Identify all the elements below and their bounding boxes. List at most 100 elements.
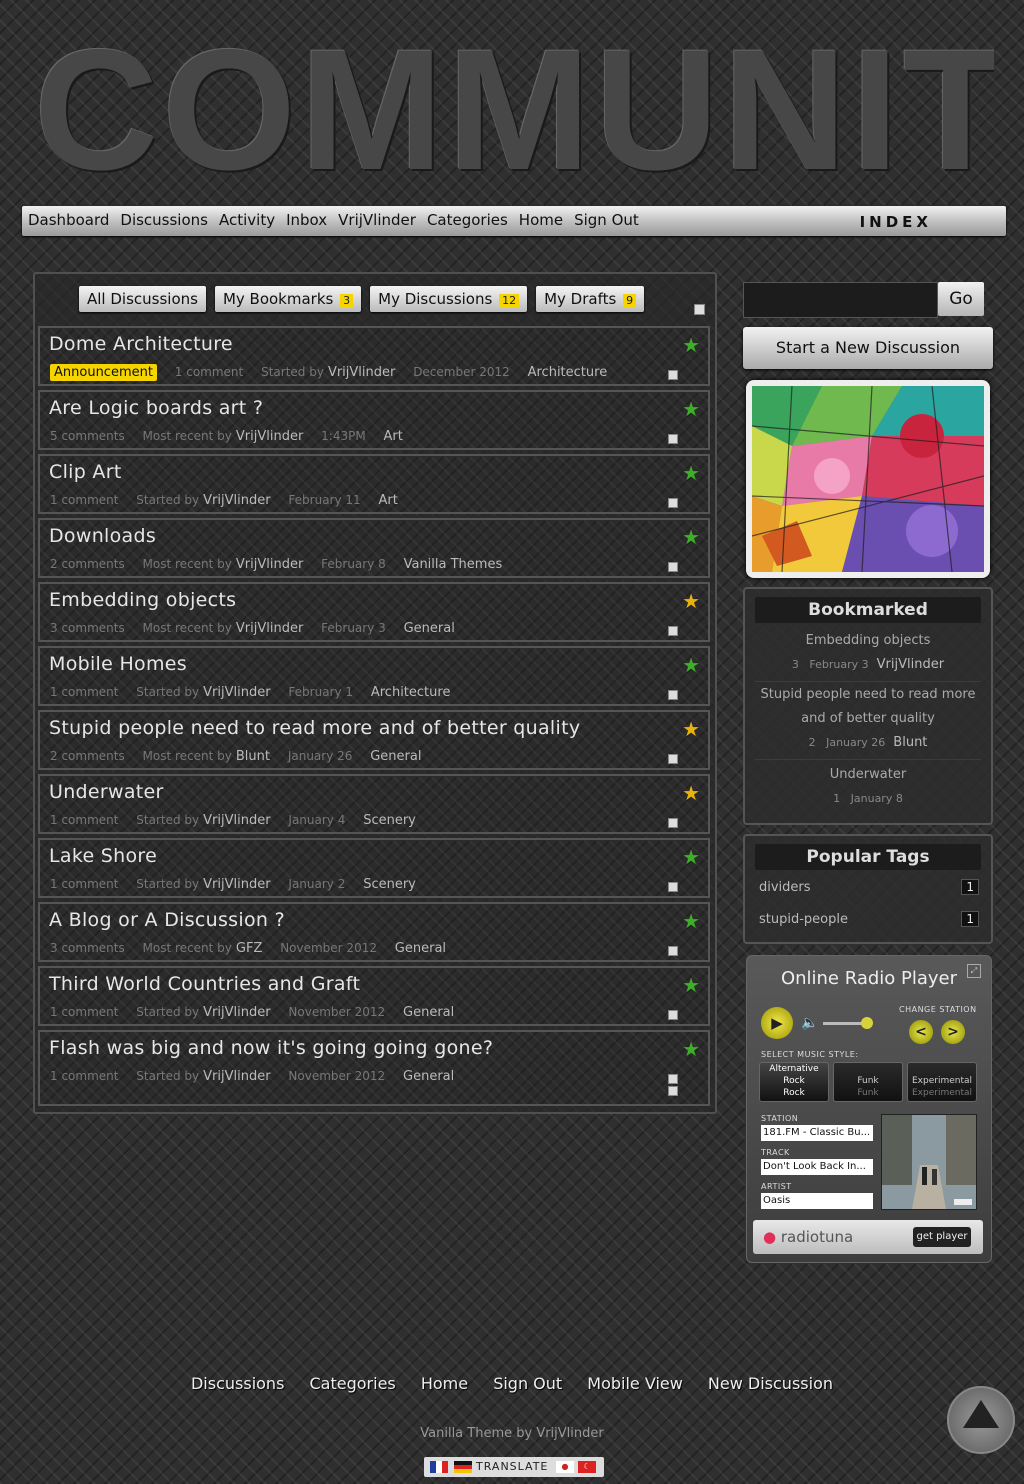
category-link[interactable]: Art <box>379 493 398 508</box>
tag-name[interactable]: stupid-people <box>759 912 848 927</box>
category-link[interactable]: Art <box>384 429 403 444</box>
play-icon[interactable]: ▶ <box>761 1007 793 1039</box>
german-flag-icon[interactable] <box>454 1461 472 1473</box>
nav-sign-out[interactable]: Sign Out <box>574 211 639 229</box>
bookmark-star-icon[interactable]: ★ <box>682 783 700 803</box>
tab-my-bookmarks[interactable]: My Bookmarks 3 <box>214 286 362 312</box>
bookmark-star-icon[interactable]: ★ <box>682 719 700 739</box>
discussion-title[interactable]: Mobile Homes <box>49 653 187 675</box>
back-to-top-button[interactable] <box>947 1386 1015 1454</box>
bookmark-item[interactable]: Embedding objects 3 February 3 VrijVlinde… <box>755 629 981 682</box>
discussion-title[interactable]: Third World Countries and Graft <box>49 973 360 995</box>
popout-icon[interactable]: ⤢ <box>967 964 981 978</box>
discussion-item[interactable]: Mobile Homes 1 comment Started by VrijVli… <box>38 646 710 706</box>
discussion-title[interactable]: A Blog or A Discussion ? <box>49 909 285 931</box>
select-checkbox[interactable] <box>668 626 678 636</box>
select-checkbox[interactable] <box>668 1074 678 1084</box>
tab-my-discussions[interactable]: My Discussions 12 <box>370 286 528 312</box>
bookmark-star-icon[interactable]: ★ <box>682 847 700 867</box>
user-link[interactable]: VrijVlinder <box>203 877 270 892</box>
user-link[interactable]: VrijVlinder <box>328 365 395 380</box>
bookmark-title[interactable]: Stupid people need to read more and of b… <box>755 683 981 731</box>
user-link[interactable]: VrijVlinder <box>236 557 303 572</box>
bookmark-item[interactable]: Underwater 1 January 8 <box>755 763 981 815</box>
footer-discussions-link[interactable]: Discussions <box>191 1374 284 1393</box>
get-player-button[interactable]: get player <box>913 1227 971 1247</box>
discussion-title[interactable]: Stupid people need to read more and of b… <box>49 717 580 739</box>
select-checkbox[interactable] <box>668 562 678 572</box>
category-link[interactable]: Architecture <box>528 365 608 380</box>
footer-new-discussion-link[interactable]: New Discussion <box>708 1374 833 1393</box>
footer-mobile-view-link[interactable]: Mobile View <box>587 1374 683 1393</box>
turkish-flag-icon[interactable]: ☾ <box>578 1461 596 1473</box>
bookmark-star-icon[interactable]: ★ <box>682 399 700 419</box>
bookmark-star-icon[interactable]: ★ <box>682 527 700 547</box>
discussion-item[interactable]: Stupid people need to read more and of b… <box>38 710 710 770</box>
bookmark-star-icon[interactable]: ★ <box>682 911 700 931</box>
category-link[interactable]: General <box>404 621 455 636</box>
search-go-button[interactable]: Go <box>938 282 984 316</box>
volume-slider-knob[interactable] <box>861 1017 873 1029</box>
category-link[interactable]: General <box>395 941 446 956</box>
volume-icon[interactable]: 🔈 <box>801 1015 818 1031</box>
bookmark-star-icon[interactable]: ★ <box>682 591 700 611</box>
bookmark-star-icon[interactable]: ★ <box>682 655 700 675</box>
bookmark-star-icon[interactable]: ★ <box>682 1039 700 1059</box>
style-button-rock[interactable]: Alternative Rock Rock <box>759 1062 829 1102</box>
select-checkbox[interactable] <box>668 882 678 892</box>
user-link[interactable]: VrijVlinder <box>203 493 270 508</box>
nav-dashboard[interactable]: Dashboard <box>28 211 109 229</box>
translate-label[interactable]: TRANSLATE <box>476 1460 548 1473</box>
bookmark-title[interactable]: Embedding objects <box>755 629 981 653</box>
select-checkbox[interactable] <box>668 690 678 700</box>
discussion-item[interactable]: Underwater 1 comment Started by VrijVlind… <box>38 774 710 834</box>
nav-profile[interactable]: VrijVlinder <box>338 211 416 229</box>
next-station-icon[interactable]: > <box>941 1020 965 1044</box>
user-link[interactable]: VrijVlinder <box>203 1005 270 1020</box>
user-link[interactable]: VrijVlinder <box>236 621 303 636</box>
select-checkbox[interactable] <box>668 946 678 956</box>
discussion-item[interactable]: Flash was big and now it's going going g… <box>38 1030 710 1106</box>
discussion-title[interactable]: Flash was big and now it's going going g… <box>49 1037 493 1059</box>
user-link[interactable]: VrijVlinder <box>203 1069 270 1084</box>
category-link[interactable]: General <box>370 749 421 764</box>
nav-discussions[interactable]: Discussions <box>120 211 208 229</box>
discussion-item[interactable]: Dome Architecture Announcement 1 comment… <box>38 326 710 386</box>
discussion-item[interactable]: Downloads 2 comments Most recent by VrijV… <box>38 518 710 578</box>
tab-all-discussions[interactable]: All Discussions <box>79 286 206 312</box>
tab-my-drafts[interactable]: My Drafts 9 <box>536 286 645 312</box>
bookmark-title[interactable]: Underwater <box>755 763 981 787</box>
user-link[interactable]: VrijVlinder <box>203 685 270 700</box>
user-link[interactable]: VrijVlinder <box>236 429 303 444</box>
select-checkbox[interactable] <box>668 1010 678 1020</box>
tag-item[interactable]: stupid-people 1 <box>759 911 979 927</box>
start-discussion-button[interactable]: Start a New Discussion <box>743 327 993 369</box>
select-all-checkbox[interactable] <box>694 304 705 315</box>
nav-home[interactable]: Home <box>519 211 563 229</box>
french-flag-icon[interactable] <box>430 1461 448 1473</box>
style-button-experimental[interactable]: Experimental Experimental <box>907 1062 977 1102</box>
footer-categories-link[interactable]: Categories <box>310 1374 396 1393</box>
discussion-title[interactable]: Are Logic boards art ? <box>49 397 263 419</box>
discussion-item[interactable]: Clip Art 1 comment Started by VrijVlinder… <box>38 454 710 514</box>
nav-activity[interactable]: Activity <box>219 211 275 229</box>
select-checkbox[interactable] <box>668 818 678 828</box>
discussion-title[interactable]: Downloads <box>49 525 156 547</box>
discussion-item[interactable]: Third World Countries and Graft 1 commen… <box>38 966 710 1026</box>
discussion-item[interactable]: A Blog or A Discussion ? 3 comments Most… <box>38 902 710 962</box>
bookmark-user[interactable]: Blunt <box>893 735 927 750</box>
search-input[interactable] <box>743 282 938 318</box>
select-checkbox[interactable] <box>668 754 678 764</box>
discussion-item[interactable]: Are Logic boards art ? 5 comments Most r… <box>38 390 710 450</box>
footer-sign-out-link[interactable]: Sign Out <box>493 1374 562 1393</box>
discussion-title[interactable]: Underwater <box>49 781 164 803</box>
tag-item[interactable]: dividers 1 <box>759 879 979 895</box>
select-checkbox[interactable] <box>668 370 678 380</box>
tag-name[interactable]: dividers <box>759 880 811 895</box>
site-logo[interactable]: COMMUNITY <box>34 30 994 190</box>
discussion-title[interactable]: Embedding objects <box>49 589 236 611</box>
category-link[interactable]: Scenery <box>363 813 416 828</box>
user-link[interactable]: VrijVlinder <box>203 813 270 828</box>
discussion-item[interactable]: Lake Shore 1 comment Started by VrijVlind… <box>38 838 710 898</box>
nav-categories[interactable]: Categories <box>427 211 508 229</box>
